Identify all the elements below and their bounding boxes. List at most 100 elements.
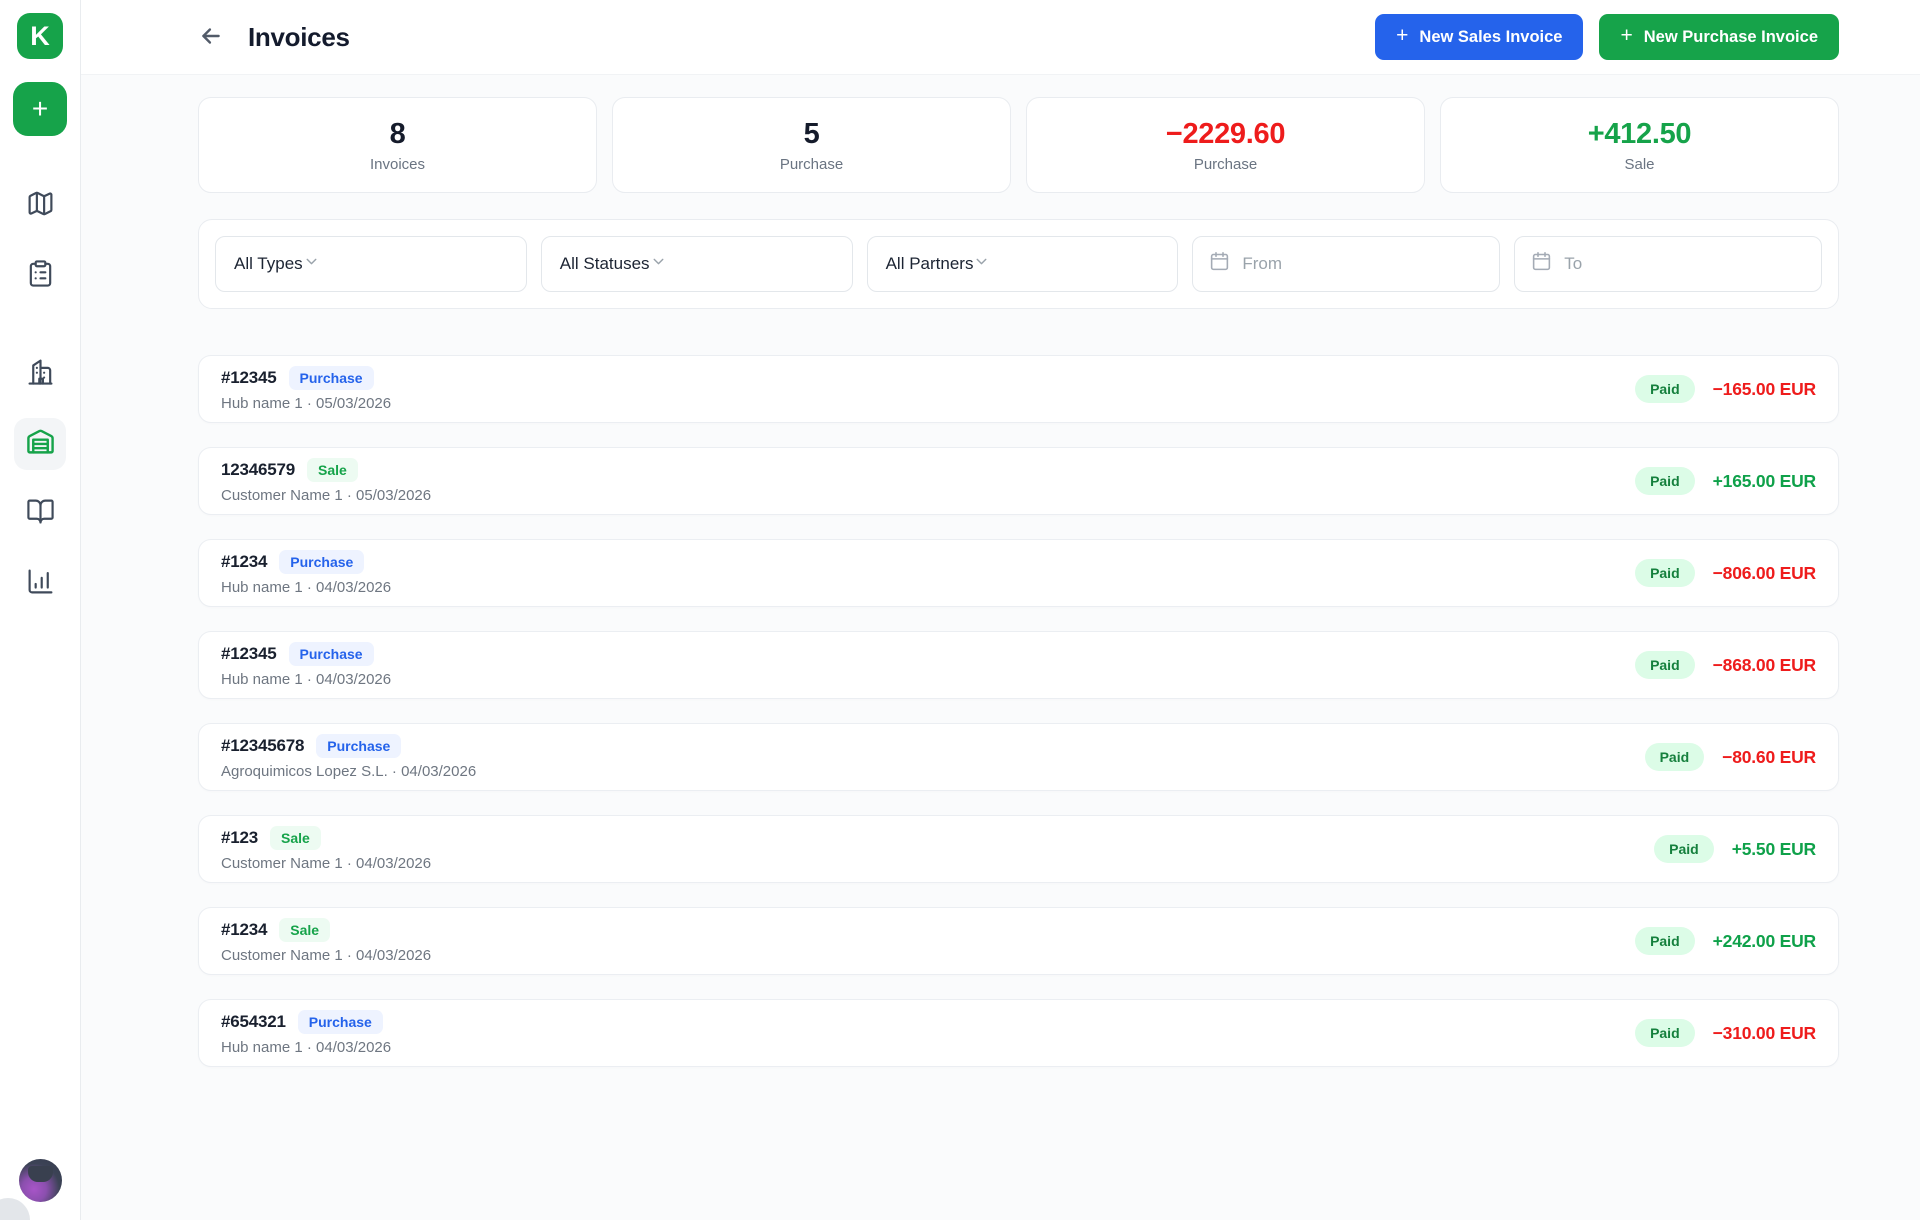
invoice-row-right: Paid −310.00 EUR bbox=[1635, 1019, 1816, 1047]
invoice-row[interactable]: #12345678 Purchase Agroquimicos Lopez S.… bbox=[198, 723, 1839, 791]
type-filter-value: All Types bbox=[234, 254, 303, 273]
invoice-number: #1234 bbox=[221, 552, 268, 571]
invoice-subtitle: Customer Name 1 · 05/03/2026 bbox=[221, 487, 432, 504]
summary-card-label: Sale bbox=[1624, 155, 1655, 173]
back-button[interactable] bbox=[198, 23, 224, 52]
invoice-number: #12345678 bbox=[221, 736, 305, 755]
invoice-subtitle: Agroquimicos Lopez S.L. · 04/03/2026 bbox=[221, 763, 477, 780]
invoice-subtitle: Hub name 1 · 04/03/2026 bbox=[221, 1039, 392, 1056]
partner-filter-select[interactable]: All Partners bbox=[866, 236, 1179, 292]
summary-card-label: Purchase bbox=[779, 155, 844, 173]
invoice-row-right: Paid +242.00 EUR bbox=[1635, 927, 1816, 955]
invoice-row[interactable]: #12345 Purchase Hub name 1 · 04/03/2026 … bbox=[198, 631, 1839, 699]
invoice-amount: −806.00 EUR bbox=[1712, 562, 1817, 583]
map-icon bbox=[26, 189, 55, 223]
invoice-row-right: Paid −868.00 EUR bbox=[1635, 651, 1816, 679]
sidebar-item-invoices[interactable] bbox=[14, 418, 66, 470]
status-filter-select[interactable]: All Statuses bbox=[540, 236, 853, 292]
status-badge: Paid bbox=[1635, 467, 1695, 495]
sidebar-item-reports[interactable] bbox=[14, 558, 66, 610]
summary-cards: 8 Invoices 5 Purchase −2229.60 Purchase … bbox=[198, 97, 1839, 193]
type-filter-select[interactable]: All Types bbox=[215, 236, 527, 292]
calendar-icon bbox=[1531, 251, 1552, 277]
invoice-number: #123 bbox=[221, 828, 259, 847]
sidebar-item-catalog[interactable] bbox=[14, 488, 66, 540]
summary-card: 5 Purchase bbox=[612, 97, 1011, 193]
sidebar-item-company[interactable] bbox=[14, 348, 66, 400]
invoice-type-badge: Sale bbox=[307, 458, 358, 482]
invoice-subtitle: Customer Name 1 · 04/03/2026 bbox=[221, 855, 432, 872]
plus-icon: + bbox=[1396, 24, 1409, 47]
invoice-type-badge: Purchase bbox=[288, 366, 374, 390]
invoice-row[interactable]: #1234 Sale Customer Name 1 · 04/03/2026 … bbox=[198, 907, 1839, 975]
clipboard-icon bbox=[26, 259, 55, 293]
status-badge: Paid bbox=[1635, 651, 1695, 679]
filter-bar: All Types All Statuses All Partners bbox=[198, 219, 1839, 309]
chevron-down-icon bbox=[650, 253, 667, 275]
summary-card-label: Purchase bbox=[1193, 155, 1258, 173]
invoice-type-badge: Purchase bbox=[316, 734, 402, 758]
invoice-row[interactable]: 12346579 Sale Customer Name 1 · 05/03/20… bbox=[198, 447, 1839, 515]
invoice-number: #12345 bbox=[221, 368, 277, 387]
date-to-input[interactable] bbox=[1564, 254, 1805, 274]
invoice-row-left: #123 Sale Customer Name 1 · 04/03/2026 bbox=[221, 826, 431, 872]
status-badge: Paid bbox=[1635, 559, 1695, 587]
invoice-row-right: Paid −80.60 EUR bbox=[1644, 743, 1816, 771]
status-badge: Paid bbox=[1644, 743, 1705, 771]
invoice-subtitle: Hub name 1 · 04/03/2026 bbox=[221, 671, 392, 688]
app-logo[interactable]: K bbox=[17, 13, 63, 59]
invoice-row-left: #12345 Purchase Hub name 1 · 05/03/2026 bbox=[221, 366, 391, 412]
invoice-row[interactable]: #123 Sale Customer Name 1 · 04/03/2026 P… bbox=[198, 815, 1839, 883]
content: 8 Invoices 5 Purchase −2229.60 Purchase … bbox=[81, 75, 1920, 1067]
invoice-subtitle: Hub name 1 · 04/03/2026 bbox=[221, 579, 392, 596]
invoice-amount: +5.50 EUR bbox=[1731, 838, 1816, 859]
invoice-row[interactable]: #1234 Purchase Hub name 1 · 04/03/2026 P… bbox=[198, 539, 1839, 607]
invoice-row[interactable]: #654321 Purchase Hub name 1 · 04/03/2026… bbox=[198, 999, 1839, 1067]
corner-widget bbox=[0, 1198, 30, 1220]
invoice-amount: −868.00 EUR bbox=[1712, 654, 1817, 675]
invoice-type-badge: Purchase bbox=[279, 550, 365, 574]
page-header: Invoices + New Sales Invoice + New Purch… bbox=[81, 0, 1920, 75]
invoice-row[interactable]: #12345 Purchase Hub name 1 · 05/03/2026 … bbox=[198, 355, 1839, 423]
summary-card-value: 5 bbox=[803, 117, 820, 150]
status-filter-value: All Statuses bbox=[559, 254, 650, 273]
invoice-type-badge: Sale bbox=[279, 918, 331, 942]
invoice-row-right: Paid −165.00 EUR bbox=[1635, 375, 1816, 403]
invoice-row-left: #12345 Purchase Hub name 1 · 04/03/2026 bbox=[221, 642, 391, 688]
summary-card: +412.50 Sale bbox=[1440, 97, 1839, 193]
sidebar-nav bbox=[14, 180, 66, 628]
invoice-number: #654321 bbox=[221, 1012, 286, 1031]
invoice-type-badge: Sale bbox=[270, 826, 321, 850]
date-from-field[interactable] bbox=[1192, 236, 1501, 292]
date-to-field[interactable] bbox=[1514, 236, 1822, 292]
arrow-left-icon bbox=[198, 23, 224, 52]
header-actions: + New Sales Invoice + New Purchase Invoi… bbox=[1375, 14, 1839, 60]
invoice-row-right: Paid +5.50 EUR bbox=[1654, 835, 1816, 863]
invoice-row-left: #12345678 Purchase Agroquimicos Lopez S.… bbox=[221, 734, 476, 780]
quick-add-button[interactable]: + bbox=[13, 82, 67, 136]
invoice-type-badge: Purchase bbox=[297, 1010, 383, 1034]
invoice-type-badge: Purchase bbox=[288, 642, 374, 666]
new-purchase-invoice-button[interactable]: + New Purchase Invoice bbox=[1599, 14, 1839, 60]
invoice-row-right: Paid −806.00 EUR bbox=[1635, 559, 1816, 587]
sidebar: K + bbox=[0, 0, 81, 1220]
status-badge: Paid bbox=[1635, 927, 1695, 955]
invoice-number: 12346579 bbox=[221, 460, 296, 479]
building-icon bbox=[26, 357, 55, 391]
invoice-amount: −80.60 EUR bbox=[1722, 746, 1816, 767]
new-sales-invoice-button[interactable]: + New Sales Invoice bbox=[1375, 14, 1584, 60]
summary-card: −2229.60 Purchase bbox=[1026, 97, 1425, 193]
user-avatar[interactable] bbox=[19, 1159, 62, 1202]
logo-letter: K bbox=[30, 20, 50, 51]
plus-icon: + bbox=[31, 93, 49, 124]
sidebar-item-orders[interactable] bbox=[14, 250, 66, 302]
date-from-input[interactable] bbox=[1242, 254, 1484, 274]
calendar-icon bbox=[1209, 251, 1230, 277]
sidebar-item-map[interactable] bbox=[14, 180, 66, 232]
book-icon bbox=[26, 497, 55, 531]
status-badge: Paid bbox=[1635, 1019, 1695, 1047]
invoice-list: #12345 Purchase Hub name 1 · 05/03/2026 … bbox=[198, 355, 1839, 1067]
invoice-subtitle: Customer Name 1 · 04/03/2026 bbox=[221, 947, 432, 964]
invoice-amount: +165.00 EUR bbox=[1712, 470, 1817, 491]
chevron-down-icon bbox=[303, 253, 320, 275]
